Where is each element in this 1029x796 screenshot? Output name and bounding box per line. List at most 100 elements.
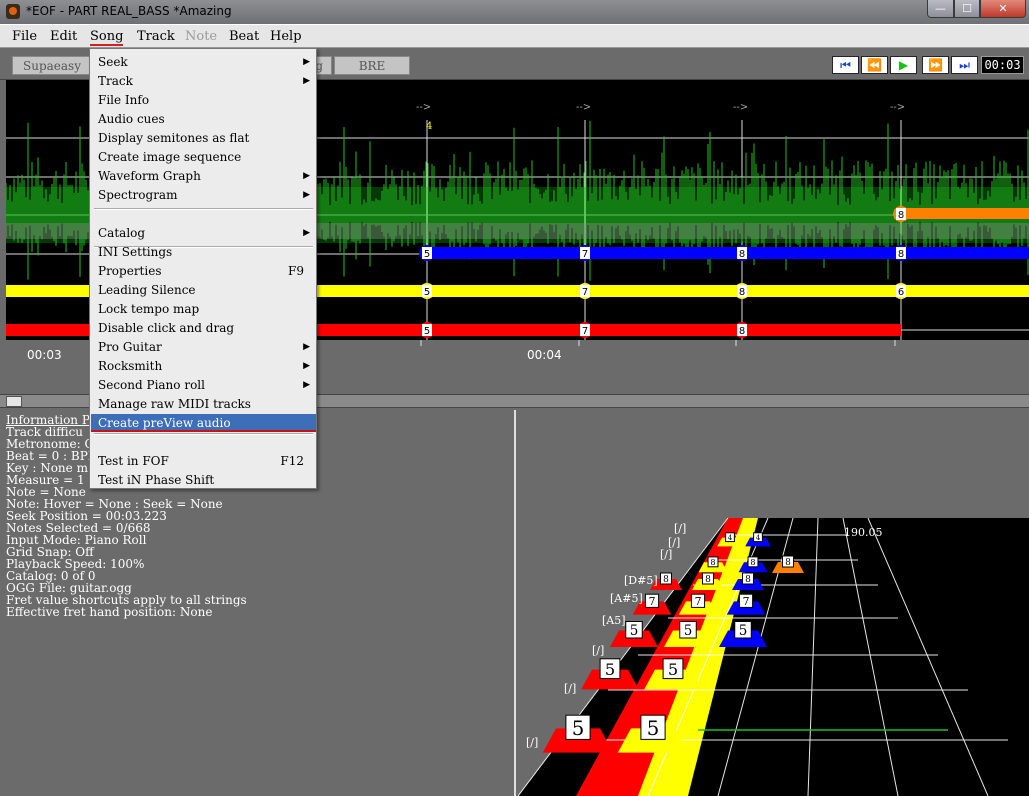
menu-item-disable-click-and-drag[interactable]: Disable click and drag <box>91 319 316 337</box>
svg-text:5: 5 <box>605 660 615 679</box>
menu-item-label: Catalog <box>98 226 146 240</box>
menu-item-ini-settings[interactable]: INI Settings <box>91 243 316 261</box>
chord-label: [/] <box>592 644 604 657</box>
play-icon[interactable]: ▶ <box>890 56 917 74</box>
menu-item-properties[interactable]: Properties F9 <box>91 262 316 280</box>
chord-label: [/] <box>526 736 538 749</box>
svg-text:4: 4 <box>756 533 761 542</box>
menu-edit[interactable]: Edit <box>50 29 77 44</box>
app-icon <box>6 4 20 19</box>
info-line: Effective fret hand position: None <box>6 605 213 619</box>
time-label-start: 00:03 <box>27 348 62 362</box>
svg-text:8: 8 <box>898 210 904 221</box>
title-bar: *EOF - PART REAL_BASS *Amazing — ☐ ✕ <box>0 0 1029 24</box>
menu-track[interactable]: Track <box>137 29 175 44</box>
menu-item-second-piano-roll[interactable]: Second Piano roll ▶ <box>91 376 316 394</box>
rewind-icon[interactable]: ⏪ <box>861 56 888 74</box>
menu-shortcut: F12 <box>280 454 304 468</box>
menu-item-create-preview-audio[interactable]: Create preView audio <box>91 414 316 432</box>
tempo-label: 190.05 <box>844 526 883 539</box>
menu-item-label: Test in FOF <box>98 454 169 468</box>
seek-start-icon[interactable]: ⏮ <box>832 56 859 74</box>
menu-item-label: INI Settings <box>98 245 173 259</box>
difficulty-tab-supaeasy[interactable]: Supaeasy <box>12 56 92 75</box>
menu-item-label: Lock tempo map <box>98 302 200 316</box>
3d-highway-preview: 555555577788888844 190.05 [/] [/] [/] [D#5]… <box>517 410 1029 796</box>
maximize-button[interactable]: ☐ <box>954 0 980 18</box>
menu-help[interactable]: Help <box>270 29 302 44</box>
svg-text:7: 7 <box>582 249 588 260</box>
menu-beat[interactable]: Beat <box>229 29 259 44</box>
menu-item-test-in-phase-shift[interactable]: Test iN Phase Shift <box>91 471 316 489</box>
svg-text:-->: --> <box>733 102 748 113</box>
svg-text:8: 8 <box>739 287 745 298</box>
svg-text:8: 8 <box>750 557 755 567</box>
chord-label: [/] <box>674 522 686 535</box>
scrollbar-thumb[interactable] <box>6 396 22 407</box>
menu-item-label: Second Piano roll <box>98 378 205 392</box>
svg-text:8: 8 <box>739 326 745 337</box>
minimize-button[interactable]: — <box>927 0 954 18</box>
menu-item-pro-guitar[interactable]: Pro Guitar ▶ <box>91 338 316 356</box>
menu-item-create-image-sequence[interactable]: Create image sequence <box>91 148 316 166</box>
chord-label: [A5] <box>602 614 626 627</box>
menu-item-label: Create preView audio <box>98 416 231 430</box>
menu-item-label: Display semitones as flat <box>98 131 250 145</box>
svg-text:7: 7 <box>582 326 588 337</box>
svg-text:7: 7 <box>743 595 750 608</box>
menu-item-rocksmith[interactable]: Rocksmith ▶ <box>91 357 316 375</box>
menu-note[interactable]: Note <box>185 29 217 44</box>
seek-end-icon[interactable]: ⏭ <box>951 56 978 74</box>
menu-item-label: Properties <box>98 264 162 278</box>
menu-item-label: Seek <box>98 55 128 69</box>
menu-shortcut: F9 <box>288 264 304 278</box>
menu-item-label: File Info <box>98 93 150 107</box>
svg-text:8: 8 <box>710 557 715 567</box>
menu-item-track[interactable]: Track ▶ <box>91 72 316 90</box>
submenu-arrow-icon: ▶ <box>303 57 310 67</box>
menu-item-seek[interactable]: Seek ▶ <box>91 53 316 71</box>
menu-item-audio-cues[interactable]: Audio cues <box>91 110 316 128</box>
chord-label: [/] <box>660 548 672 561</box>
svg-text:5: 5 <box>572 717 585 740</box>
submenu-arrow-icon: ▶ <box>303 380 310 390</box>
submenu-arrow-icon: ▶ <box>303 76 310 86</box>
menu-item-manage-raw-midi-tracks[interactable]: Manage raw MIDI tracks <box>91 395 316 413</box>
close-button[interactable]: ✕ <box>980 0 1026 18</box>
menu-item-spectrogram[interactable]: Spectrogram ▶ <box>91 186 316 204</box>
chord-label: [/] <box>564 682 576 695</box>
song-menu-dropdown: Seek ▶ Track ▶ File Info Audio cues Display se… <box>89 48 317 489</box>
svg-text:8: 8 <box>745 575 751 585</box>
fast-forward-icon[interactable]: ⏩ <box>922 56 949 74</box>
svg-text:4: 4 <box>728 533 733 542</box>
svg-text:5: 5 <box>424 249 430 260</box>
menu-file[interactable]: File <box>12 29 37 44</box>
menu-item-catalog[interactable]: Catalog ▶ <box>91 224 316 242</box>
menu-item-file-info[interactable]: File Info <box>91 91 316 109</box>
svg-text:6: 6 <box>898 287 904 298</box>
menu-item-label: Pro Guitar <box>98 340 162 354</box>
menu-item-leading-silence[interactable]: Leading Silence <box>91 281 316 299</box>
svg-text:8: 8 <box>705 575 711 585</box>
menu-song[interactable]: Song <box>90 29 124 46</box>
svg-text:5: 5 <box>630 623 639 639</box>
menu-item-label: Manage raw MIDI tracks <box>98 397 251 411</box>
difficulty-tab-bre[interactable]: BRE <box>334 56 410 75</box>
menu-item-label: Create image sequence <box>98 150 242 164</box>
svg-text:5: 5 <box>424 326 430 337</box>
menu-item-label: Disable click and drag <box>98 321 235 335</box>
menu-item-display-semitones-as-flat[interactable]: Display semitones as flat <box>91 129 316 147</box>
menu-item-lock-tempo-map[interactable]: Lock tempo map <box>91 300 316 318</box>
submenu-arrow-icon: ▶ <box>303 361 310 371</box>
window-title: *EOF - PART REAL_BASS *Amazing <box>26 4 232 18</box>
menu-item-waveform-graph[interactable]: Waveform Graph ▶ <box>91 167 316 185</box>
menu-item-label: Test iN Phase Shift <box>98 473 215 487</box>
svg-text:8: 8 <box>663 575 669 585</box>
menu-item-label: Spectrogram <box>98 188 178 202</box>
menu-item-label: Rocksmith <box>98 359 163 373</box>
menu-separator <box>94 433 313 435</box>
svg-text:-->: --> <box>576 102 591 113</box>
chord-label: [A#5] <box>610 592 643 605</box>
svg-text:-->: --> <box>890 102 905 113</box>
menu-item-test-in-fof[interactable]: Test in FOF F12 <box>91 452 316 470</box>
